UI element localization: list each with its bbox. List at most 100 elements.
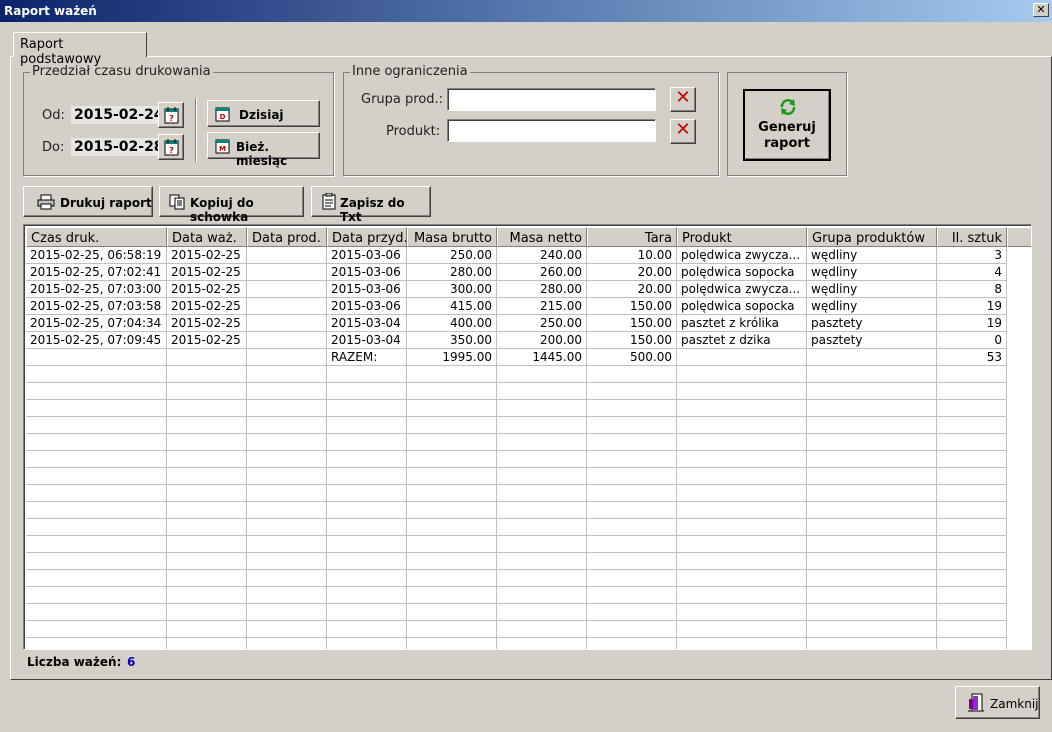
cell-net: [497, 587, 587, 604]
cell-product: [677, 502, 807, 519]
from-date-field[interactable]: 2015-02-24: [71, 106, 167, 124]
close-button[interactable]: Zamknij: [955, 686, 1040, 719]
column-header-product[interactable]: Produkt: [677, 227, 807, 247]
cell-prod-date: [247, 315, 327, 332]
cell-assign-date: 2015-03-06: [327, 298, 407, 315]
cell-tare: 20.00: [587, 264, 677, 281]
cell-pieces: [937, 570, 1007, 587]
empty-row[interactable]: [26, 400, 1031, 417]
calendar-icon: ?: [164, 139, 179, 156]
table-row[interactable]: 2015-02-25, 06:58:19 2015-02-25 2015-03-06…: [26, 247, 1031, 264]
printer-icon: [37, 194, 55, 210]
empty-row[interactable]: [26, 604, 1031, 621]
column-header-weigh-date[interactable]: Data waż.: [167, 227, 247, 247]
cell-pieces: 19: [937, 315, 1007, 332]
empty-row[interactable]: [26, 468, 1031, 485]
empty-row[interactable]: [26, 553, 1031, 570]
cell-gross: [407, 638, 497, 649]
cell-gross: 400.00: [407, 315, 497, 332]
text-file-icon: [322, 193, 336, 210]
from-calendar-button[interactable]: ?: [158, 102, 184, 128]
copy-to-clipboard-button[interactable]: Kopiuj do schowka: [159, 186, 304, 224]
cell-product: [677, 553, 807, 570]
column-header-assign-date[interactable]: Data przyd.: [327, 227, 407, 247]
cell-net: 1445.00: [497, 349, 587, 366]
empty-row[interactable]: [26, 383, 1031, 400]
cell-product: [677, 587, 807, 604]
cell-product: [677, 468, 807, 485]
cell-weigh-date: [167, 349, 247, 366]
weighings-count-value: 6: [127, 655, 136, 669]
product-label: Produkt:: [386, 124, 441, 139]
empty-row[interactable]: [26, 451, 1031, 468]
table-row[interactable]: 2015-02-25, 07:04:34 2015-02-25 2015-03-04…: [26, 315, 1031, 332]
cell-gross: [407, 383, 497, 400]
generate-label-line2: raport: [763, 136, 811, 151]
report-table[interactable]: Czas druk. Data waż. Data prod. Data przyd.…: [23, 224, 1032, 650]
cell-assign-date: [327, 451, 407, 468]
close-icon: ✕: [675, 87, 691, 108]
cell-product: [677, 638, 807, 649]
cell-net: [497, 417, 587, 434]
window-close-button[interactable]: ✕: [1033, 3, 1049, 17]
cell-weigh-date: [167, 587, 247, 604]
cell-product: [677, 604, 807, 621]
cell-gross: [407, 553, 497, 570]
cell-net: [497, 621, 587, 638]
table-row[interactable]: 2015-02-25, 07:03:58 2015-02-25 2015-03-06…: [26, 298, 1031, 315]
cell-tare: [587, 570, 677, 587]
generate-report-button[interactable]: Generuj raport: [743, 89, 831, 161]
clear-group-button[interactable]: ✕: [670, 87, 696, 112]
print-report-button[interactable]: Drukuj raport: [23, 186, 153, 217]
empty-row[interactable]: [26, 485, 1031, 502]
clear-product-button[interactable]: ✕: [670, 119, 696, 144]
product-input[interactable]: [447, 119, 656, 142]
empty-row[interactable]: [26, 502, 1031, 519]
empty-row[interactable]: [26, 587, 1031, 604]
empty-row[interactable]: [26, 417, 1031, 434]
empty-row[interactable]: [26, 536, 1031, 553]
tab-raport-podstawowy[interactable]: Raport podstawowy: [13, 32, 147, 67]
cell-weigh-date: [167, 502, 247, 519]
to-calendar-button[interactable]: ?: [158, 134, 184, 160]
current-month-button[interactable]: M Bież. miesiąc: [207, 132, 320, 168]
empty-row[interactable]: [26, 434, 1031, 451]
cell-group: wędliny: [807, 264, 937, 281]
column-header-prod-date[interactable]: Data prod.: [247, 227, 327, 247]
table-row[interactable]: 2015-02-25, 07:03:00 2015-02-25 2015-03-06…: [26, 281, 1031, 298]
to-date-field[interactable]: 2015-02-28: [71, 138, 167, 156]
cell-gross: [407, 536, 497, 553]
from-label: Od:: [42, 108, 65, 123]
cell-time: [26, 519, 167, 536]
empty-row[interactable]: [26, 638, 1031, 649]
cell-pieces: [937, 604, 1007, 621]
cell-net: [497, 502, 587, 519]
column-header-time[interactable]: Czas druk.: [26, 227, 167, 247]
cell-prod-date: [247, 553, 327, 570]
empty-row[interactable]: [26, 366, 1031, 383]
empty-row[interactable]: [26, 570, 1031, 587]
cell-group: [807, 536, 937, 553]
table-row[interactable]: 2015-02-25, 07:09:45 2015-02-25 2015-03-04…: [26, 332, 1031, 349]
table-row[interactable]: RAZEM: 1995.00 1445.00 500.00 53: [26, 349, 1031, 366]
svg-text:?: ?: [169, 146, 174, 155]
empty-row[interactable]: [26, 519, 1031, 536]
cell-time: [26, 587, 167, 604]
cell-group: [807, 417, 937, 434]
empty-row[interactable]: [26, 621, 1031, 638]
column-header-net[interactable]: Masa netto: [497, 227, 587, 247]
cell-gross: [407, 604, 497, 621]
column-header-group[interactable]: Grupa produktów: [807, 227, 937, 247]
save-to-txt-button[interactable]: Zapisz do Txt: [311, 186, 431, 224]
group-input[interactable]: [447, 88, 656, 111]
cell-group: [807, 604, 937, 621]
table-row[interactable]: 2015-02-25, 07:02:41 2015-02-25 2015-03-06…: [26, 264, 1031, 281]
column-header-pieces[interactable]: Il. sztuk: [937, 227, 1007, 247]
calendar-icon: ?: [164, 107, 179, 124]
column-header-gross[interactable]: Masa brutto: [407, 227, 497, 247]
cell-assign-date: [327, 587, 407, 604]
cell-group: [807, 519, 937, 536]
column-header-tare[interactable]: Tara: [587, 227, 677, 247]
today-button[interactable]: D Dzisiaj: [207, 100, 320, 127]
print-report-label: Drukuj raport: [60, 196, 152, 210]
